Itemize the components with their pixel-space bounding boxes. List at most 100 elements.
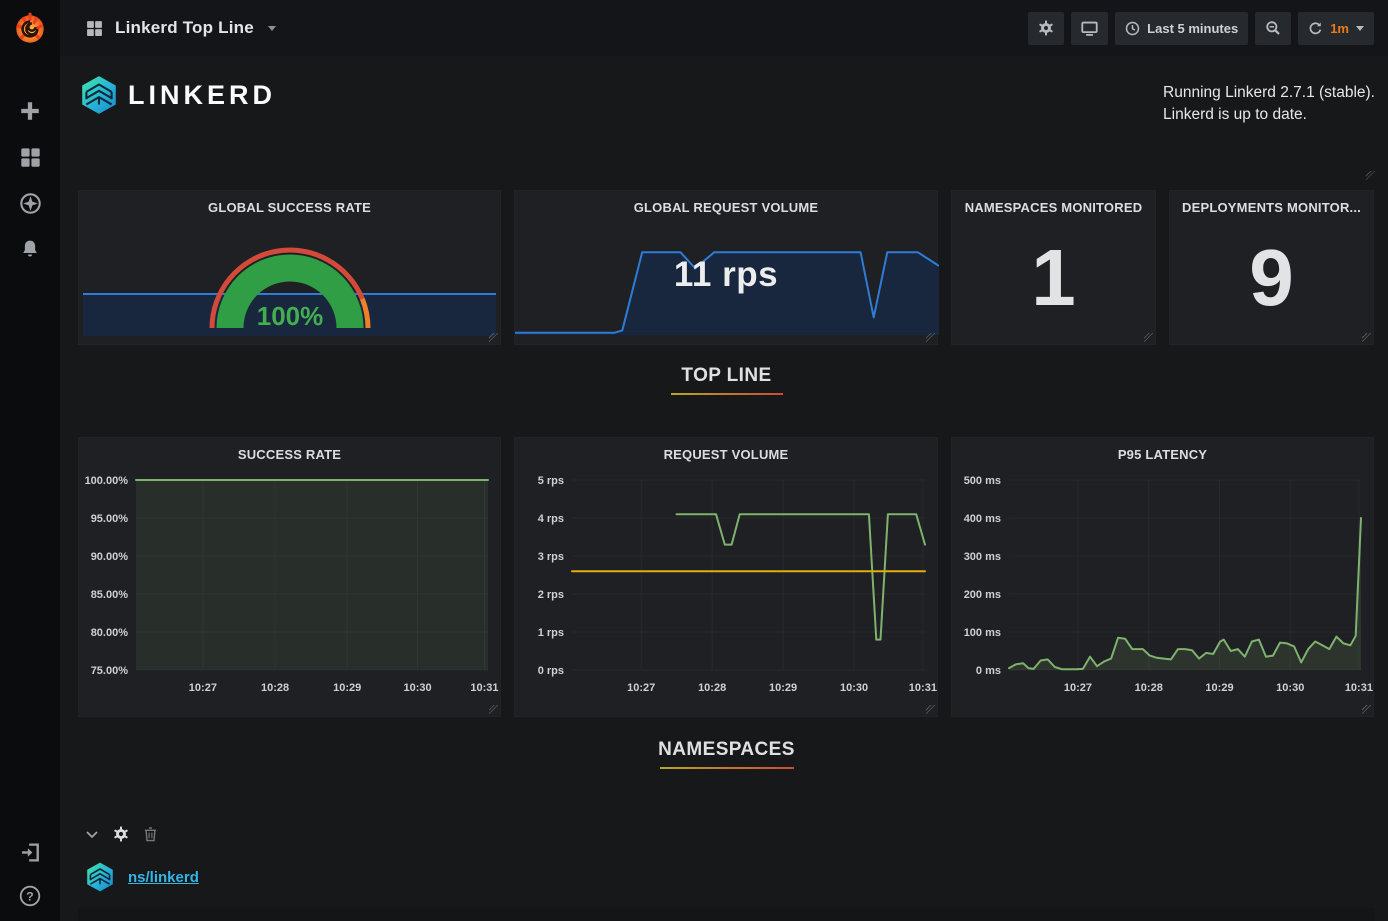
sidebar: ?: [0, 0, 60, 921]
next-panel-edge: [78, 908, 1375, 921]
refresh-interval-label: 1m: [1330, 21, 1349, 36]
x-tick-label: 10:27: [189, 682, 217, 694]
y-tick-label: 4 rps: [538, 513, 564, 525]
time-range-label: Last 5 minutes: [1147, 21, 1238, 36]
row-title[interactable]: NAMESPACES: [658, 739, 795, 761]
stat-value: 9: [1170, 221, 1373, 334]
panel-resize-handle[interactable]: [926, 705, 935, 714]
y-tick-label: 500 ms: [964, 475, 1001, 487]
y-tick-label: 400 ms: [964, 513, 1001, 525]
panel-resize-handle[interactable]: [1144, 333, 1153, 342]
panel-title[interactable]: GLOBAL SUCCESS RATE: [79, 191, 500, 215]
stat-value: 1: [952, 221, 1155, 334]
dashboard-content: LINKERD Running Linkerd 2.7.1 (stable). …: [60, 56, 1388, 921]
panel-title[interactable]: REQUEST VOLUME: [515, 438, 937, 462]
success-rate-gauge: 100%: [79, 216, 502, 346]
namespace-link-row: ns/linkerd: [78, 861, 1375, 893]
dashboard-title: Linkerd Top Line: [115, 18, 254, 38]
panel-resize-handle[interactable]: [926, 333, 935, 342]
x-tick-label: 10:30: [404, 682, 432, 694]
panel-title[interactable]: GLOBAL REQUEST VOLUME: [515, 191, 937, 215]
time-range-button[interactable]: Last 5 minutes: [1115, 12, 1248, 45]
tv-mode-button[interactable]: [1071, 12, 1108, 45]
clock-icon: [1125, 21, 1140, 36]
namespace-link[interactable]: ns/linkerd: [128, 869, 199, 886]
x-tick-label: 10:31: [909, 682, 937, 694]
refresh-icon: [1308, 21, 1323, 36]
row-edit-controls: [78, 823, 1375, 845]
caret-down-icon: [1356, 26, 1364, 31]
gear-icon[interactable]: [113, 826, 129, 842]
y-tick-label: 0 ms: [976, 665, 1001, 677]
panel-global-success-rate: GLOBAL SUCCESS RATE 100%: [78, 190, 501, 345]
panel-title[interactable]: P95 LATENCY: [952, 438, 1373, 462]
zoom-out-button[interactable]: [1255, 12, 1291, 45]
x-tick-label: 10:27: [1064, 682, 1092, 694]
p95-latency-chart[interactable]: 500 ms 400 ms 300 ms 200 ms 100 ms 0 ms 10:27 1…: [952, 464, 1375, 708]
panel-resize-handle[interactable]: [1362, 705, 1371, 714]
sign-in-icon[interactable]: [19, 841, 41, 863]
x-tick-label: 10:28: [1135, 682, 1163, 694]
x-tick-label: 10:29: [1205, 682, 1233, 694]
y-tick-label: 2 rps: [538, 589, 564, 601]
panel-request-volume: REQUEST VOLUME 5 rps4 rps3 rps2 rps1 rps…: [514, 437, 938, 717]
y-tick-label: 100 ms: [964, 627, 1001, 639]
x-tick-label: 10:30: [1276, 682, 1304, 694]
success-rate-chart[interactable]: 100.00%95.00%90.00%85.00%80.00%75.00%10:…: [79, 464, 502, 708]
top-navbar: Linkerd Top Line: [60, 0, 1388, 56]
charts-row: SUCCESS RATE 100.00%95.00%90.00%85.00%80…: [78, 437, 1375, 717]
dashboard-title-dropdown[interactable]: Linkerd Top Line: [86, 18, 276, 38]
linkerd-logo-icon: [84, 861, 116, 893]
stat-value: 11 rps: [515, 255, 937, 295]
panel-resize-handle[interactable]: [1366, 171, 1375, 180]
panel-global-request-volume: GLOBAL REQUEST VOLUME 11 rps: [514, 190, 938, 345]
grafana-logo[interactable]: [11, 10, 49, 48]
dashboard-squares-icon: [86, 20, 103, 37]
refresh-interval-button[interactable]: 1m: [1298, 12, 1374, 45]
linkerd-logo-icon: [78, 74, 120, 116]
x-tick-label: 10:29: [769, 682, 797, 694]
row-title[interactable]: TOP LINE: [681, 365, 771, 387]
trash-icon[interactable]: [144, 827, 157, 842]
x-tick-label: 10:31: [470, 682, 498, 694]
dashboard-settings-button[interactable]: [1028, 12, 1064, 45]
zoom-out-icon: [1265, 20, 1281, 36]
x-tick-label: 10:31: [1345, 682, 1373, 694]
dashboards-grid-icon[interactable]: [19, 146, 41, 168]
caret-down-icon: [268, 26, 276, 31]
y-tick-label: 300 ms: [964, 551, 1001, 563]
alerting-bell-icon[interactable]: [19, 238, 41, 260]
help-icon[interactable]: ?: [19, 885, 41, 907]
panel-title[interactable]: DEPLOYMENTS MONITOR...: [1170, 191, 1373, 215]
explore-compass-icon[interactable]: [19, 192, 41, 214]
x-tick-label: 10:30: [840, 682, 868, 694]
chevron-down-icon[interactable]: [86, 831, 98, 838]
stats-row: GLOBAL SUCCESS RATE 100% GLOBAL REQUEST …: [78, 190, 1375, 345]
main-area: Linkerd Top Line: [60, 0, 1388, 921]
y-tick-label: 200 ms: [964, 589, 1001, 601]
panel-resize-handle[interactable]: [489, 705, 498, 714]
status-line-2: Linkerd is up to date.: [1163, 104, 1375, 126]
row-header-namespaces: NAMESPACES: [78, 717, 1375, 781]
x-tick-label: 10:29: [333, 682, 361, 694]
panel-title[interactable]: NAMESPACES MONITORED: [952, 191, 1155, 215]
panel-title[interactable]: SUCCESS RATE: [79, 438, 500, 462]
linkerd-wordmark: LINKERD: [128, 80, 276, 111]
gauge-value: 100%: [257, 301, 324, 331]
linkerd-version-status: Running Linkerd 2.7.1 (stable). Linkerd …: [1163, 74, 1375, 127]
y-tick-label: 3 rps: [538, 551, 564, 563]
panel-resize-handle[interactable]: [1362, 333, 1371, 342]
status-line-1: Running Linkerd 2.7.1 (stable).: [1163, 82, 1375, 104]
y-tick-label: 85.00%: [91, 589, 129, 601]
y-tick-label: 0 rps: [538, 665, 564, 677]
x-tick-label: 10:28: [698, 682, 726, 694]
request-volume-chart[interactable]: 5 rps4 rps3 rps2 rps1 rps0 rps10:2710:28…: [515, 464, 939, 708]
panel-deployments-monitored: DEPLOYMENTS MONITOR... 9: [1169, 190, 1374, 345]
plus-icon[interactable]: [19, 100, 41, 122]
panel-resize-handle[interactable]: [489, 333, 498, 342]
panel-namespaces-monitored: NAMESPACES MONITORED 1: [951, 190, 1156, 345]
row-header-top-line: TOP LINE: [78, 345, 1375, 437]
panel-p95-latency: P95 LATENCY 500 ms 400 ms 300 ms 200 ms 100 …: [951, 437, 1374, 717]
y-tick-label: 75.00%: [91, 665, 129, 677]
panel-success-rate: SUCCESS RATE 100.00%95.00%90.00%85.00%80…: [78, 437, 501, 717]
